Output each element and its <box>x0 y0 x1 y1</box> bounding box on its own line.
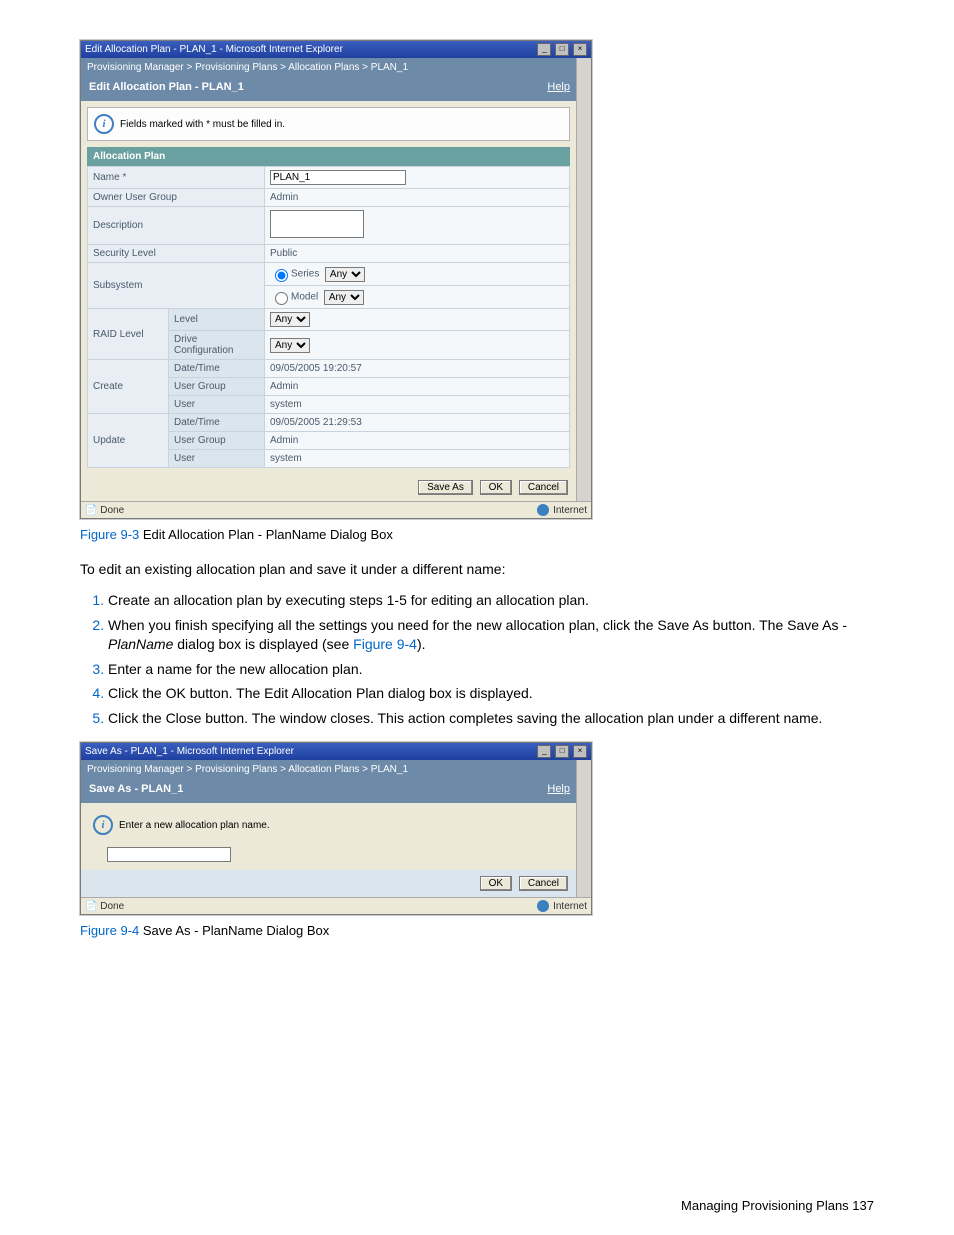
screenshot-save-as: Save As - PLAN_1 - Microsoft Internet Ex… <box>80 742 592 915</box>
globe-icon <box>537 900 549 912</box>
figure-caption-1: Figure 9-3 Edit Allocation Plan - PlanNa… <box>80 527 874 542</box>
figure-link[interactable]: Figure 9-4 <box>353 636 417 652</box>
drivecfg-label: Drive Configuration <box>169 331 265 360</box>
window-buttons: _ □ × <box>536 745 587 758</box>
status-done: Done <box>100 901 124 912</box>
series-select[interactable]: Any <box>325 267 365 282</box>
window-titlebar: Save As - PLAN_1 - Microsoft Internet Ex… <box>81 743 591 760</box>
step-5: Click the Close button. The window close… <box>108 709 874 728</box>
help-link[interactable]: Help <box>547 81 570 93</box>
status-net: Internet <box>553 505 587 516</box>
update-ug-label: User Group <box>169 432 265 450</box>
info-banner: i Enter a new allocation plan name. <box>87 809 570 841</box>
help-link[interactable]: Help <box>547 783 570 795</box>
page-footer: Managing Provisioning Plans 137 <box>80 1198 874 1213</box>
scrollbar[interactable] <box>576 58 591 501</box>
info-banner: i Fields marked with * must be filled in… <box>87 107 570 141</box>
update-user-value: system <box>265 450 570 468</box>
status-done: Done <box>100 505 124 516</box>
name-label: Name * <box>88 167 265 189</box>
owner-value: Admin <box>265 189 570 207</box>
security-value: Public <box>265 245 570 263</box>
step-2: When you finish specifying all the setti… <box>108 616 874 654</box>
scrollbar[interactable] <box>576 760 591 897</box>
lead-paragraph: To edit an existing allocation plan and … <box>80 560 874 579</box>
button-row: OK Cancel <box>81 870 576 897</box>
security-label: Security Level <box>88 245 265 263</box>
steps-list: Create an allocation plan by executing s… <box>80 591 874 728</box>
series-radio[interactable] <box>275 269 288 282</box>
series-label: Series <box>291 269 319 280</box>
minimize-icon[interactable]: _ <box>537 43 551 56</box>
screenshot-edit-allocation: Edit Allocation Plan - PLAN_1 - Microsof… <box>80 40 592 519</box>
figure-caption-2: Figure 9-4 Save As - PlanName Dialog Box <box>80 923 874 938</box>
statusbar: 📄 Done Internet <box>81 501 591 518</box>
maximize-icon[interactable]: □ <box>555 745 569 758</box>
close-icon[interactable]: × <box>573 745 587 758</box>
create-dt-label: Date/Time <box>169 360 265 378</box>
level-select[interactable]: Any <box>270 312 310 327</box>
name-input[interactable] <box>270 170 406 185</box>
maximize-icon[interactable]: □ <box>555 43 569 56</box>
window-buttons: _ □ × <box>536 43 587 56</box>
model-select[interactable]: Any <box>324 290 364 305</box>
subsystem-label: Subsystem <box>88 263 265 309</box>
button-row: Save As OK Cancel <box>81 474 576 501</box>
form-table: Name * Owner User Group Admin Descriptio… <box>87 166 570 468</box>
plan-name-input[interactable] <box>107 847 231 862</box>
window-title: Save As - PLAN_1 - Microsoft Internet Ex… <box>85 746 294 757</box>
window-title: Edit Allocation Plan - PLAN_1 - Microsof… <box>85 44 343 55</box>
info-text: Enter a new allocation plan name. <box>119 820 270 831</box>
breadcrumb: Provisioning Manager > Provisioning Plan… <box>81 760 576 779</box>
desc-label: Description <box>88 207 265 245</box>
update-label: Update <box>88 414 169 468</box>
close-icon[interactable]: × <box>573 43 587 56</box>
page-title: Edit Allocation Plan - PLAN_1 <box>89 81 244 93</box>
cancel-button[interactable]: Cancel <box>519 876 568 891</box>
step-1: Create an allocation plan by executing s… <box>108 591 874 610</box>
ok-button[interactable]: OK <box>480 480 512 495</box>
step-3: Enter a name for the new allocation plan… <box>108 660 874 679</box>
create-ug-value: Admin <box>265 378 570 396</box>
section-header: Allocation Plan <box>87 147 570 166</box>
info-text: Fields marked with * must be filled in. <box>120 119 285 130</box>
info-icon: i <box>93 815 113 835</box>
create-ug-label: User Group <box>169 378 265 396</box>
info-icon: i <box>94 114 114 134</box>
model-radio[interactable] <box>275 292 288 305</box>
window-titlebar: Edit Allocation Plan - PLAN_1 - Microsof… <box>81 41 591 58</box>
status-net: Internet <box>553 901 587 912</box>
minimize-icon[interactable]: _ <box>537 745 551 758</box>
update-dt-value: 09/05/2005 21:29:53 <box>265 414 570 432</box>
desc-input[interactable] <box>270 210 364 238</box>
drivecfg-select[interactable]: Any <box>270 338 310 353</box>
statusbar: 📄 Done Internet <box>81 897 591 914</box>
update-ug-value: Admin <box>265 432 570 450</box>
step-4: Click the OK button. The Edit Allocation… <box>108 684 874 703</box>
update-user-label: User <box>169 450 265 468</box>
page-title: Save As - PLAN_1 <box>89 783 183 795</box>
breadcrumb: Provisioning Manager > Provisioning Plan… <box>81 58 576 77</box>
update-dt-label: Date/Time <box>169 414 265 432</box>
create-user-value: system <box>265 396 570 414</box>
saveas-button[interactable]: Save As <box>418 480 473 495</box>
globe-icon <box>537 504 549 516</box>
level-label: Level <box>169 309 265 331</box>
cancel-button[interactable]: Cancel <box>519 480 568 495</box>
create-label: Create <box>88 360 169 414</box>
ok-button[interactable]: OK <box>480 876 512 891</box>
owner-label: Owner User Group <box>88 189 265 207</box>
model-label: Model <box>291 292 318 303</box>
raid-label: RAID Level <box>88 309 169 360</box>
create-user-label: User <box>169 396 265 414</box>
create-dt-value: 09/05/2005 19:20:57 <box>265 360 570 378</box>
